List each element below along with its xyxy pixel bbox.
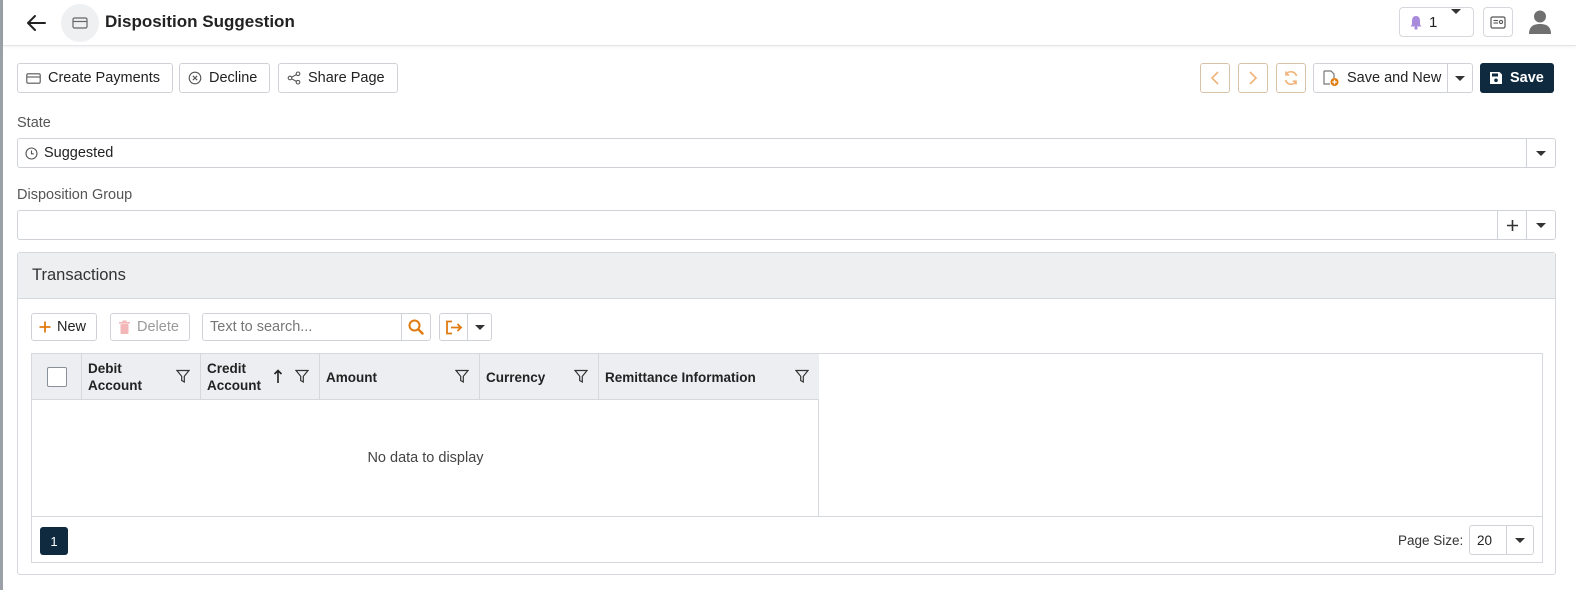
trash-icon — [119, 320, 130, 334]
page-size-dropdown[interactable] — [1506, 526, 1533, 554]
plus-icon — [1506, 219, 1518, 231]
save-and-new-split-button[interactable]: Save and New — [1313, 63, 1473, 93]
select-all-cell — [32, 354, 82, 400]
filter-icon[interactable] — [455, 369, 469, 384]
grid-header: Debit Account Credit Account Amount Curr… — [32, 354, 819, 400]
disposition-group-label: Disposition Group — [17, 187, 133, 203]
export-dropdown[interactable] — [468, 314, 491, 340]
page-1-button[interactable]: 1 — [40, 527, 68, 555]
save-button[interactable]: Save — [1480, 63, 1554, 93]
app-header: Disposition Suggestion 1 — [3, 0, 1576, 46]
share-page-label: Share Page — [308, 70, 385, 86]
page-icon — [61, 4, 99, 42]
id-card-icon — [1490, 15, 1506, 29]
disposition-group-field[interactable] — [17, 210, 1556, 240]
chevron-left-icon — [1210, 71, 1219, 85]
next-record-button[interactable] — [1238, 63, 1268, 93]
refresh-icon — [1284, 70, 1298, 86]
transactions-title: Transactions — [18, 253, 1555, 299]
card-icon — [26, 72, 41, 84]
chevron-right-icon — [1249, 71, 1258, 85]
add-group-button[interactable] — [1497, 211, 1526, 239]
decline-label: Decline — [209, 70, 258, 86]
search-input[interactable] — [203, 314, 401, 340]
notification-count: 1 — [1429, 13, 1438, 31]
save-and-new-label: Save and New — [1347, 70, 1442, 86]
search-button[interactable] — [401, 314, 430, 340]
transactions-panel: Transactions New Delete Debit Account — [17, 252, 1556, 575]
refresh-button[interactable] — [1276, 63, 1306, 93]
filter-icon[interactable] — [176, 369, 190, 384]
filter-icon[interactable] — [574, 369, 588, 384]
column-amount[interactable]: Amount — [320, 354, 480, 400]
column-debit-account[interactable]: Debit Account — [82, 354, 201, 400]
page-size-select[interactable]: 20 — [1469, 525, 1534, 555]
state-label: State — [17, 115, 51, 131]
state-value: Suggested — [44, 145, 114, 161]
column-label: Debit Account — [88, 361, 142, 393]
column-remittance-information[interactable]: Remittance Information — [599, 354, 819, 400]
group-dropdown-toggle[interactable] — [1526, 211, 1555, 239]
user-avatar[interactable] — [1525, 7, 1555, 37]
close-circle-icon — [188, 71, 202, 85]
chevron-down-icon — [1536, 150, 1546, 156]
transactions-search[interactable] — [202, 313, 431, 341]
arrow-left-icon — [27, 15, 46, 31]
column-currency[interactable]: Currency — [480, 354, 599, 400]
column-credit-account[interactable]: Credit Account — [201, 354, 320, 400]
share-page-button[interactable]: Share Page — [278, 63, 398, 93]
chevron-down-icon — [474, 324, 485, 330]
arrow-up-icon[interactable] — [273, 369, 283, 384]
page-title: Disposition Suggestion — [105, 12, 295, 31]
save-options-dropdown[interactable] — [1448, 64, 1472, 92]
export-icon — [445, 320, 462, 334]
save-add-icon — [1323, 69, 1339, 86]
select-all-checkbox[interactable] — [46, 367, 67, 387]
save-and-new-button[interactable]: Save and New — [1314, 64, 1448, 92]
export-button[interactable] — [439, 313, 492, 341]
chevron-down-icon — [1451, 8, 1462, 31]
bell-icon — [1410, 15, 1422, 30]
empty-grid-message: No data to display — [367, 450, 484, 466]
chevron-down-icon — [1536, 222, 1546, 228]
filter-icon[interactable] — [795, 369, 809, 384]
chevron-down-icon — [1515, 537, 1525, 543]
filter-icon[interactable] — [295, 369, 309, 384]
page-size-label: Page Size: — [1398, 533, 1464, 548]
transactions-grid: Debit Account Credit Account Amount Curr… — [31, 353, 1543, 563]
previous-record-button[interactable] — [1200, 63, 1230, 93]
search-icon — [408, 319, 424, 335]
save-icon — [1490, 72, 1502, 84]
column-label: Remittance Information — [605, 369, 756, 385]
state-select[interactable]: Suggested — [17, 138, 1556, 168]
new-transaction-button[interactable]: New — [31, 313, 98, 341]
id-card-button[interactable] — [1483, 7, 1513, 37]
delete-label: Delete — [137, 319, 179, 335]
column-label: Currency — [486, 369, 546, 385]
share-icon — [287, 71, 301, 85]
card-icon — [72, 17, 88, 29]
clock-icon — [25, 146, 38, 160]
create-payments-button[interactable]: Create Payments — [17, 63, 174, 93]
column-label: Amount — [326, 369, 377, 385]
plus-icon — [39, 321, 51, 333]
user-icon — [1529, 10, 1551, 34]
column-label: Credit Account — [207, 361, 261, 393]
create-payments-label: Create Payments — [48, 70, 161, 86]
save-label: Save — [1510, 70, 1544, 86]
state-dropdown-toggle[interactable] — [1526, 139, 1555, 167]
window-edge — [0, 0, 3, 590]
back-button[interactable] — [21, 8, 51, 38]
grid-pager: 1 Page Size: 20 — [32, 516, 1542, 562]
chevron-down-icon — [1455, 75, 1465, 81]
delete-transaction-button[interactable]: Delete — [110, 313, 190, 341]
notifications-button[interactable]: 1 — [1399, 7, 1474, 37]
decline-button[interactable]: Decline — [179, 63, 271, 93]
page-size-value: 20 — [1477, 532, 1493, 548]
new-label: New — [57, 319, 87, 335]
